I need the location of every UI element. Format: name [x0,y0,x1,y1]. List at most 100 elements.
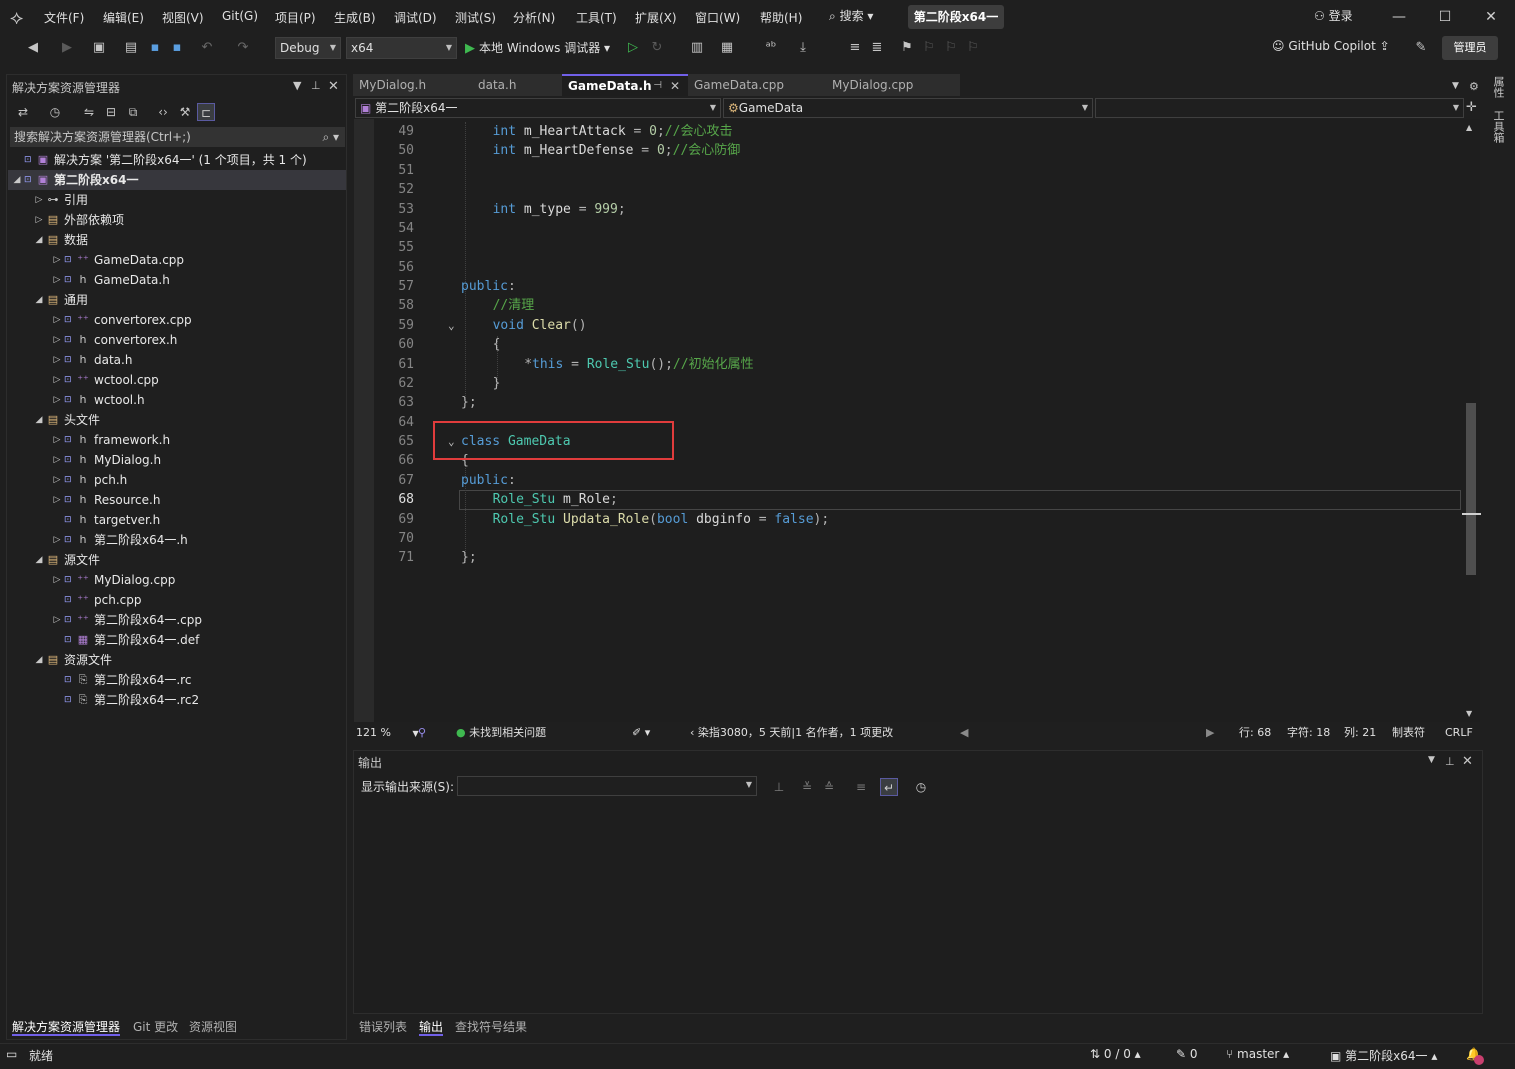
tree-item[interactable]: ⊡ ⁺⁺ pch.cpp [8,590,346,610]
code-line[interactable]: 70 [374,529,1464,548]
tab-resource-view[interactable]: 资源视图 [189,1018,237,1036]
output-status-icon[interactable]: ▭ [6,1047,17,1061]
platform-select[interactable]: x64 ▼ [346,37,457,59]
menu-item[interactable]: 分析(N) [513,9,555,27]
col-indicator[interactable]: 列: 21 [1344,723,1376,743]
start-debugging-button[interactable]: ▶ 本地 Windows 调试器 ▾ [465,39,610,56]
login-button[interactable]: ⚇ 登录 [1314,7,1353,24]
panel-menu-icon[interactable]: ▼ [293,79,301,92]
code-line[interactable]: 61 *this = Role_Stu();//初始化属性 [374,355,1464,374]
start-without-debugging-icon[interactable]: ▷ [624,39,642,57]
word-wrap-icon[interactable]: ↵ [880,778,898,796]
tree-item[interactable]: ▷ ⊡ ⁺⁺ convertorex.cpp [8,310,346,330]
code-line[interactable]: 49 int m_HeartAttack = 0;//会心攻击 [374,122,1464,141]
code-line[interactable]: 69 Role_Stu Updata_Role(bool dbginfo = fa… [374,510,1464,529]
tree-item[interactable]: ▷ ⊡ ⁺⁺ 第二阶段x64一.cpp [8,610,346,630]
tree-item[interactable]: ◢ ▤ 通用 [8,290,346,310]
layout-icon[interactable]: ▦ [718,39,736,57]
outdent-icon[interactable]: ≣ [868,39,886,57]
line-ending-indicator[interactable]: CRLF [1445,723,1473,743]
tree-item[interactable]: ▷ ⊡ h 第二阶段x64一.h [8,530,346,550]
git-sync-status[interactable]: ⇅ 0 / 0 ▴ [1090,1047,1141,1061]
type-dropdown[interactable]: ⚙GameData ▼ [723,98,1093,118]
tree-item[interactable]: ▷ ⊡ h data.h [8,350,346,370]
close-panel-icon[interactable]: ✕ [328,79,339,94]
solution-search-input[interactable]: 搜索解决方案资源管理器(Ctrl+;) ⌕ ▾ [10,127,345,147]
expander-icon[interactable]: ▷ [52,450,62,470]
tree-item[interactable]: ▷ ⊡ h convertorex.h [8,330,346,350]
tree-item[interactable]: ◢ ▤ 数据 [8,230,346,250]
visual-studio-logo-icon[interactable]: ⟡ [10,6,34,28]
switch-views-icon[interactable]: ⇄ [14,103,32,121]
pin-icon[interactable]: ⊥ [311,79,321,92]
tree-item[interactable]: ⊡ ⎘ 第二阶段x64一.rc2 [8,690,346,710]
tree-item[interactable]: ▷ ⊡ ⁺⁺ GameData.cpp [8,250,346,270]
tree-item[interactable]: ▷ ⊡ ⁺⁺ MyDialog.cpp [8,570,346,590]
pending-edits-status[interactable]: ✎ 0 [1176,1047,1198,1061]
repository-status[interactable]: ▣ 第二阶段x64一 ▴ [1330,1047,1437,1064]
show-all-files-icon[interactable]: ⧉ [124,103,142,121]
menu-item[interactable]: 窗口(W) [695,9,740,27]
settings-gear-icon[interactable]: ⚙ [1469,80,1479,93]
code-line[interactable]: 50 int m_HeartDefense = 0;//会心防御 [374,141,1464,160]
tree-item[interactable]: ▷ ⊡ h Resource.h [8,490,346,510]
expander-icon[interactable]: ▷ [34,190,44,210]
code-line[interactable]: 60 { [374,335,1464,354]
expander-icon[interactable]: ◢ [34,550,44,570]
prev-bookmark-icon[interactable]: ⚐ [920,39,938,57]
expander-icon[interactable]: ▷ [52,310,62,330]
issues-indicator[interactable]: ● 未找到相关问题 [456,723,546,743]
git-blame-info[interactable]: ‹ 染指3080，5 天前|1 名作者，1 项更改 [690,723,893,743]
undo-icon[interactable]: ↶ [198,39,216,57]
close-panel-icon[interactable]: ✕ [1462,754,1473,769]
code-line[interactable]: 57 public: [374,277,1464,296]
expander-icon[interactable]: ▷ [34,210,44,230]
menu-item[interactable]: 测试(S) [455,9,496,27]
output-source-select[interactable]: ▼ [457,776,757,796]
tree-item[interactable]: ⊡ h targetver.h [8,510,346,530]
expander-icon[interactable]: ▷ [52,270,62,290]
code-line[interactable]: 67 public: [374,471,1464,490]
solution-title[interactable]: 第二阶段x64一 [908,5,1004,29]
expander-icon[interactable]: ▷ [52,530,62,550]
forward-icon[interactable]: ▶ [58,39,76,57]
code-line[interactable]: 52 [374,180,1464,199]
tab-solution-explorer[interactable]: 解决方案资源管理器 [12,1018,121,1036]
tree-item[interactable]: ▷ ⊡ ⁺⁺ wctool.cpp [8,370,346,390]
panel-menu-icon[interactable]: ▼ [1428,755,1435,765]
tab-error-list[interactable]: 错误列表 [359,1018,407,1036]
scope-dropdown[interactable]: ▣ 第二阶段x64一 ▼ [355,98,721,118]
tree-item[interactable]: ◢ ▤ 资源文件 [8,650,346,670]
tree-item[interactable]: ⊡ ▣ 解决方案 '第二阶段x64一' (1 个项目，共 1 个) [8,150,346,170]
menu-item[interactable]: 项目(P) [275,9,316,27]
code-line[interactable]: 53 int m_type = 999; [374,200,1464,219]
expander-icon[interactable]: ▷ [52,370,62,390]
new-project-icon[interactable]: ▣ [90,39,108,57]
prev-message-icon[interactable]: ≚ [798,778,816,796]
code-line[interactable]: 71}; [374,548,1464,567]
scroll-down-icon[interactable]: ▼ [1466,709,1472,718]
tree-item[interactable]: ▷ ⊡ h MyDialog.h [8,450,346,470]
redo-icon[interactable]: ↷ [234,39,252,57]
code-line[interactable]: 62} [374,374,1464,393]
intellicode-icon[interactable]: ⚲ [418,723,426,743]
github-copilot-button[interactable]: ☺ GitHub Copilot ⇪ [1272,39,1390,53]
collapse-all-icon[interactable]: ⊟ [102,103,120,121]
expander-icon[interactable]: ◢ [34,230,44,250]
history-icon[interactable]: ◷ [46,103,64,121]
indent-icon[interactable]: ≡ [846,39,864,57]
tree-item[interactable]: ◢ ▤ 源文件 [8,550,346,570]
expander-icon[interactable]: ▷ [52,390,62,410]
browse-icon[interactable]: ▥ [688,39,706,57]
pin-icon[interactable]: ⊥ [1445,755,1455,768]
menu-item[interactable]: 帮助(H) [760,9,802,27]
expander-icon[interactable]: ◢ [12,170,22,190]
step-icon[interactable]: ⤓ [794,39,812,57]
branch-status[interactable]: ⑂ master ▴ [1226,1047,1289,1061]
code-line[interactable]: 51 [374,161,1464,180]
menu-item[interactable]: 调试(D) [394,9,437,27]
configuration-select[interactable]: Debug ▼ [275,37,341,59]
expander-icon[interactable]: ▷ [52,430,62,450]
expander-icon[interactable]: ▷ [52,470,62,490]
tree-item[interactable]: ◢ ⊡ ▣ 第二阶段x64一 [8,170,346,190]
